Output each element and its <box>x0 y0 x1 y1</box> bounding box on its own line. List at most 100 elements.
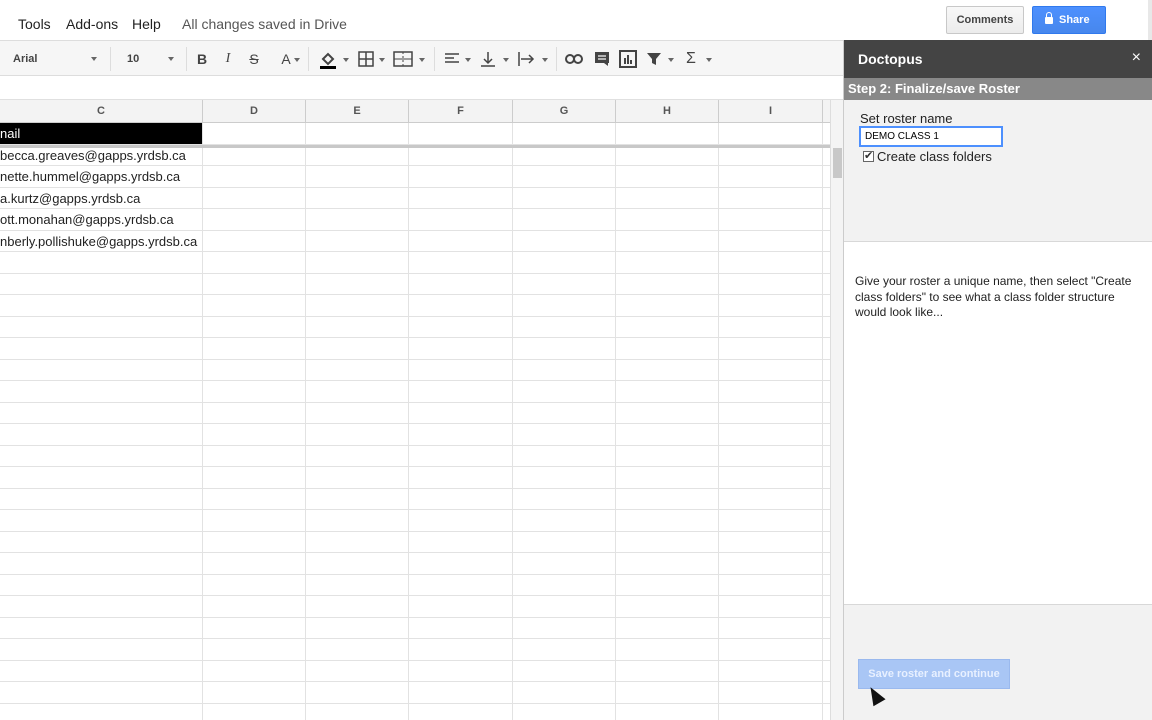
grid-cell[interactable] <box>409 445 513 466</box>
grid-cell[interactable] <box>306 402 409 423</box>
grid-cell[interactable] <box>203 295 306 316</box>
grid-cell[interactable] <box>409 467 513 488</box>
grid-cell[interactable] <box>409 617 513 638</box>
grid-cell[interactable] <box>0 424 203 445</box>
grid-cell[interactable] <box>203 488 306 509</box>
align-vertical-button[interactable] <box>478 47 512 71</box>
grid-cell[interactable] <box>306 424 409 445</box>
grid-cell[interactable] <box>203 273 306 294</box>
grid-cell[interactable] <box>409 402 513 423</box>
grid-cell[interactable] <box>719 273 823 294</box>
email-cell[interactable]: nberly.pollishuke@gapps.yrdsb.ca <box>0 230 203 251</box>
grid-cell[interactable] <box>616 123 719 144</box>
grid-cell[interactable] <box>203 316 306 337</box>
text-color-button[interactable]: A <box>272 47 300 71</box>
grid-cell[interactable] <box>513 703 616 720</box>
grid-cell[interactable] <box>306 510 409 531</box>
grid-cell[interactable] <box>306 166 409 187</box>
grid-cell[interactable] <box>306 467 409 488</box>
close-icon[interactable]: × <box>1132 49 1141 67</box>
grid-cell[interactable] <box>513 553 616 574</box>
grid-cell[interactable] <box>409 660 513 681</box>
grid-cell[interactable] <box>203 531 306 552</box>
grid-cell[interactable] <box>203 381 306 402</box>
grid-cell[interactable] <box>203 123 306 144</box>
grid-cell[interactable] <box>0 295 203 316</box>
grid-cell[interactable] <box>306 338 409 359</box>
grid-cell[interactable] <box>306 660 409 681</box>
grid-cell[interactable] <box>513 617 616 638</box>
grid-cell[interactable] <box>513 596 616 617</box>
grid-cell[interactable] <box>203 682 306 703</box>
grid-cell[interactable] <box>513 166 616 187</box>
grid-cell[interactable] <box>0 273 203 294</box>
grid-cell[interactable] <box>616 359 719 380</box>
grid-cell[interactable] <box>719 187 823 208</box>
grid-cell[interactable] <box>409 510 513 531</box>
grid-cell[interactable] <box>0 510 203 531</box>
grid-cell[interactable] <box>306 617 409 638</box>
grid-cell[interactable] <box>719 123 823 144</box>
insert-link-button[interactable] <box>564 47 584 71</box>
grid-cell[interactable] <box>616 531 719 552</box>
grid-cell[interactable] <box>719 359 823 380</box>
grid-cell[interactable] <box>719 252 823 273</box>
grid-cell[interactable] <box>616 209 719 230</box>
grid-cell[interactable] <box>513 467 616 488</box>
grid-cell[interactable] <box>203 166 306 187</box>
grid-cell[interactable] <box>513 488 616 509</box>
grid-cell[interactable] <box>0 402 203 423</box>
grid-cell[interactable] <box>719 617 823 638</box>
grid-cell[interactable] <box>409 273 513 294</box>
column-header-e[interactable]: E <box>306 100 409 123</box>
email-cell[interactable]: a.kurtz@gapps.yrdsb.ca <box>0 187 203 208</box>
grid-cell[interactable] <box>0 488 203 509</box>
grid-cell[interactable] <box>513 359 616 380</box>
grid-cell[interactable] <box>0 359 203 380</box>
grid-cell[interactable] <box>719 574 823 595</box>
grid-cell[interactable] <box>0 596 203 617</box>
grid-cell[interactable] <box>203 424 306 445</box>
grid-cell[interactable] <box>0 338 203 359</box>
grid-cell[interactable] <box>409 574 513 595</box>
grid-cell[interactable] <box>616 574 719 595</box>
grid-cell[interactable] <box>203 209 306 230</box>
font-family-select[interactable]: Arial <box>0 47 104 71</box>
grid-cell[interactable] <box>513 316 616 337</box>
freeze-divider[interactable] <box>0 145 830 148</box>
grid-cell[interactable] <box>513 230 616 251</box>
text-wrap-button[interactable] <box>516 47 550 71</box>
grid-cell[interactable] <box>616 187 719 208</box>
grid-cell[interactable] <box>0 617 203 638</box>
strikethrough-button[interactable]: S <box>246 47 262 71</box>
grid-cell[interactable] <box>409 295 513 316</box>
grid-cell[interactable] <box>616 660 719 681</box>
save-roster-button[interactable]: Save roster and continue <box>858 659 1010 689</box>
grid-cell[interactable] <box>513 338 616 359</box>
grid-cell[interactable] <box>513 252 616 273</box>
grid-cell[interactable] <box>0 445 203 466</box>
grid-cell[interactable] <box>513 381 616 402</box>
grid-cell[interactable] <box>203 467 306 488</box>
functions-button[interactable]: Σ <box>684 47 714 71</box>
share-button[interactable]: Share <box>1032 6 1106 34</box>
grid-cell[interactable] <box>409 209 513 230</box>
grid-cell[interactable] <box>719 402 823 423</box>
grid-cell[interactable] <box>306 252 409 273</box>
grid-cell[interactable] <box>719 467 823 488</box>
grid-cell[interactable] <box>719 488 823 509</box>
borders-button[interactable] <box>356 47 388 71</box>
grid-cell[interactable] <box>306 209 409 230</box>
grid-cell[interactable] <box>616 553 719 574</box>
grid-cell[interactable] <box>409 553 513 574</box>
grid-cell[interactable] <box>719 639 823 660</box>
grid-cell[interactable] <box>409 596 513 617</box>
insert-comment-button[interactable] <box>592 47 612 71</box>
grid-cell[interactable] <box>616 338 719 359</box>
grid-cell[interactable] <box>719 510 823 531</box>
grid-cell[interactable] <box>203 445 306 466</box>
grid-cell[interactable] <box>0 381 203 402</box>
bold-button[interactable]: B <box>194 47 210 71</box>
grid-cell[interactable] <box>513 187 616 208</box>
grid-cell[interactable] <box>0 703 203 720</box>
